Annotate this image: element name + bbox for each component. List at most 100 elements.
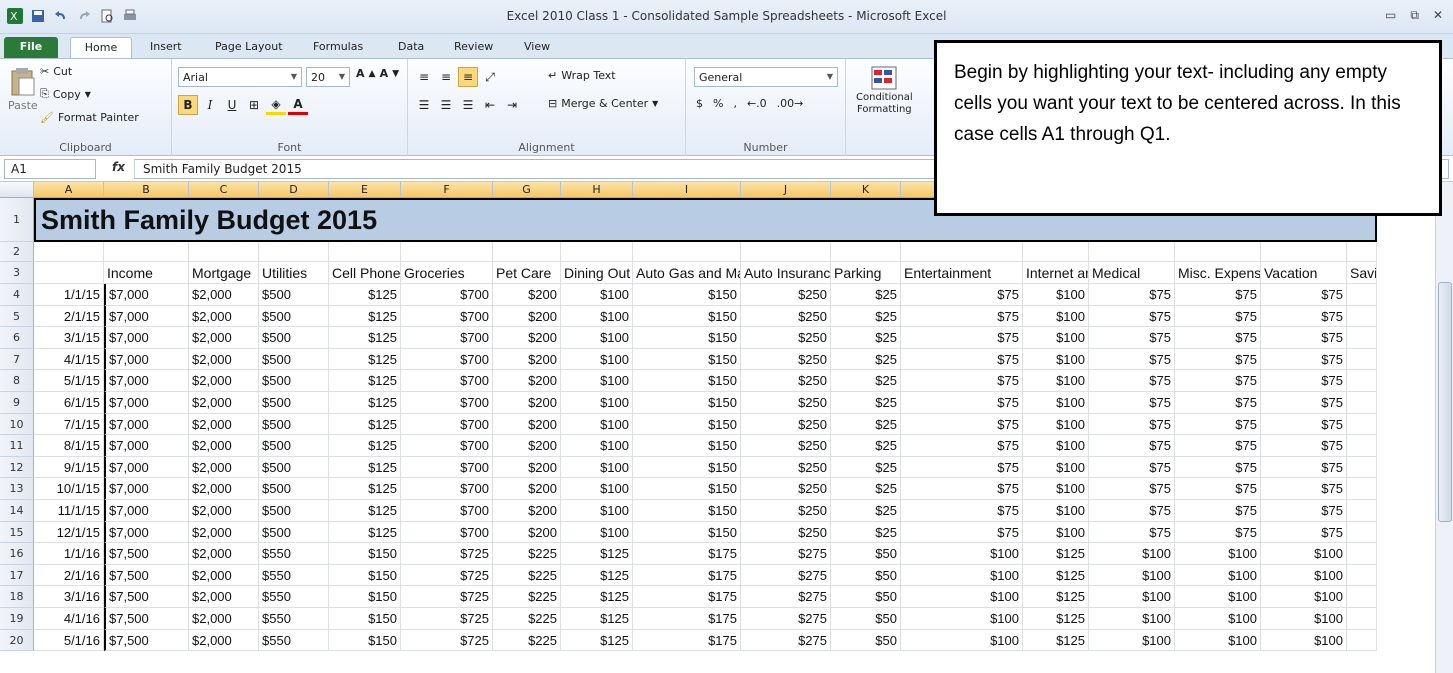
value-cell[interactable]: $125	[1023, 629, 1089, 652]
value-cell[interactable]: $7,000	[104, 392, 189, 414]
value-cell[interactable]: $250	[741, 456, 831, 479]
value-cell[interactable]: $725	[401, 629, 493, 652]
value-cell[interactable]: $2,000	[189, 608, 259, 630]
value-cell[interactable]: $250	[741, 500, 831, 522]
value-cell[interactable]: $75	[1261, 435, 1347, 457]
value-cell[interactable]: $150	[633, 370, 741, 392]
column-label-cell[interactable]: Misc. Expenses	[1175, 262, 1261, 284]
name-box[interactable]: A1	[4, 159, 96, 179]
borders-icon[interactable]: ⊞	[244, 95, 264, 115]
value-cell[interactable]: $25	[831, 521, 901, 544]
value-cell[interactable]: $2,000	[189, 564, 259, 587]
value-cell[interactable]: $100	[561, 435, 633, 457]
value-cell[interactable]: $125	[1023, 608, 1089, 630]
value-cell[interactable]: $200	[493, 478, 561, 500]
value-cell[interactable]: $100	[1023, 348, 1089, 371]
value-cell[interactable]: $2,000	[189, 370, 259, 392]
date-cell[interactable]: 6/1/15	[34, 392, 104, 414]
value-cell[interactable]: $700	[401, 478, 493, 500]
row-header[interactable]: 20	[0, 629, 34, 652]
value-cell[interactable]: $150	[633, 413, 741, 436]
value-cell[interactable]: $75	[1089, 392, 1175, 414]
value-cell[interactable]: $2,000	[189, 521, 259, 544]
value-cell[interactable]: $700	[401, 327, 493, 349]
value-cell[interactable]: $100	[901, 543, 1023, 565]
value-cell[interactable]: $150	[633, 521, 741, 544]
column-header-e[interactable]: E	[329, 182, 401, 198]
font-name-select[interactable]: Arial ▼	[178, 67, 302, 87]
value-cell[interactable]: $100	[1023, 500, 1089, 522]
value-cell[interactable]: $7,000	[104, 370, 189, 392]
value-cell[interactable]: $700	[401, 521, 493, 544]
column-header-h[interactable]: H	[561, 182, 633, 198]
value-cell[interactable]: $150	[633, 327, 741, 349]
tab-review[interactable]: Review	[454, 37, 493, 58]
value-cell[interactable]: $50	[831, 608, 901, 630]
value-cell[interactable]: $500	[259, 456, 329, 479]
value-cell[interactable]: $50	[831, 543, 901, 565]
increase-decimal-icon[interactable]: ←.0	[747, 97, 767, 110]
value-cell[interactable]: $75	[1175, 456, 1261, 479]
value-cell[interactable]: $550	[259, 629, 329, 652]
empty-cell[interactable]	[259, 242, 329, 262]
value-cell[interactable]: $175	[633, 586, 741, 608]
value-cell[interactable]: $100	[561, 284, 633, 306]
date-cell[interactable]: 2/1/16	[34, 564, 104, 587]
value-cell[interactable]: $125	[329, 521, 401, 544]
date-cell[interactable]: 11/1/15	[34, 500, 104, 522]
date-cell[interactable]: 1/1/15	[34, 284, 104, 306]
close-button[interactable]: ✕	[1433, 8, 1443, 23]
empty-cell[interactable]	[1347, 543, 1377, 565]
align-middle-icon[interactable]: ≡	[436, 67, 456, 87]
align-right-icon[interactable]: ☰	[458, 95, 478, 115]
empty-cell[interactable]	[1347, 564, 1377, 587]
value-cell[interactable]: $500	[259, 327, 329, 349]
value-cell[interactable]: $75	[1261, 392, 1347, 414]
copy-button[interactable]: ⎘ Copy ▼	[40, 87, 91, 101]
value-cell[interactable]: $100	[1175, 586, 1261, 608]
font-color-icon[interactable]: A	[288, 95, 308, 115]
value-cell[interactable]: $200	[493, 413, 561, 436]
value-cell[interactable]: $100	[1023, 521, 1089, 544]
value-cell[interactable]: $100	[1023, 327, 1089, 349]
value-cell[interactable]: $7,000	[104, 521, 189, 544]
empty-cell[interactable]	[831, 242, 901, 262]
value-cell[interactable]: $2,000	[189, 348, 259, 371]
row-header[interactable]: 11	[0, 435, 34, 457]
column-header-d[interactable]: D	[259, 182, 329, 198]
value-cell[interactable]: $2,000	[189, 413, 259, 436]
value-cell[interactable]: $250	[741, 392, 831, 414]
value-cell[interactable]: $150	[329, 629, 401, 652]
value-cell[interactable]: $75	[901, 284, 1023, 306]
value-cell[interactable]: $2,000	[189, 478, 259, 500]
tab-home[interactable]: Home	[70, 37, 132, 58]
value-cell[interactable]: $100	[901, 564, 1023, 587]
minimize-button[interactable]: ▭	[1385, 8, 1396, 23]
value-cell[interactable]: $75	[1089, 348, 1175, 371]
date-cell[interactable]: 4/1/16	[34, 608, 104, 630]
empty-cell[interactable]	[741, 242, 831, 262]
value-cell[interactable]: $100	[561, 500, 633, 522]
row-header[interactable]: 12	[0, 456, 34, 479]
value-cell[interactable]: $75	[1175, 413, 1261, 436]
value-cell[interactable]: $150	[633, 348, 741, 371]
row-header[interactable]: 1	[0, 198, 34, 242]
value-cell[interactable]: $100	[561, 392, 633, 414]
value-cell[interactable]: $50	[831, 629, 901, 652]
tab-file[interactable]: File	[4, 37, 58, 58]
value-cell[interactable]: $275	[741, 629, 831, 652]
column-label-cell[interactable]: Groceries	[401, 262, 493, 284]
value-cell[interactable]: $25	[831, 305, 901, 328]
value-cell[interactable]: $700	[401, 348, 493, 371]
date-cell[interactable]: 3/1/16	[34, 586, 104, 608]
wrap-text-button[interactable]: ↵ Wrap Text	[548, 69, 616, 82]
date-cell[interactable]: 1/1/16	[34, 543, 104, 565]
value-cell[interactable]: $725	[401, 586, 493, 608]
value-cell[interactable]: $200	[493, 500, 561, 522]
value-cell[interactable]: $275	[741, 608, 831, 630]
value-cell[interactable]: $100	[901, 608, 1023, 630]
value-cell[interactable]: $25	[831, 413, 901, 436]
value-cell[interactable]: $100	[561, 327, 633, 349]
value-cell[interactable]: $125	[561, 586, 633, 608]
column-label-cell[interactable]: Mortgage	[189, 262, 259, 284]
